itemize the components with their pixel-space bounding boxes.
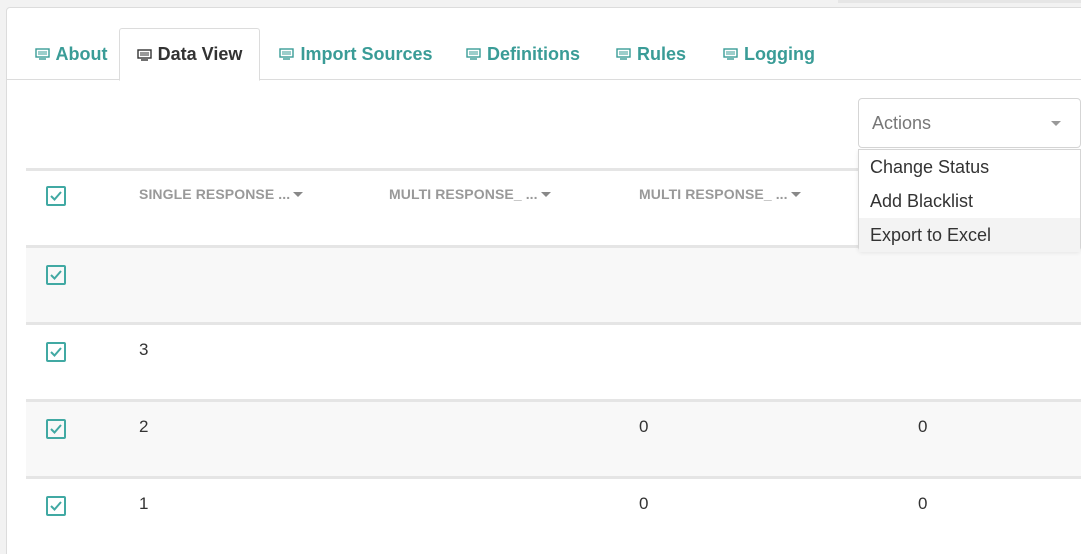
table-row[interactable]: 1 0 0 [26,476,1081,553]
cell-single-response: 1 [139,494,149,513]
column-header-label: MULTI RESPONSE_ ... [639,186,788,202]
cell-single-response: 3 [139,340,149,359]
table-row[interactable]: 2 0 0 [26,399,1081,476]
row-checkbox[interactable] [46,496,66,516]
checkmark-icon [50,270,62,280]
tab-definitions[interactable]: Definitions [463,28,583,80]
chevron-down-icon [1051,121,1061,126]
menu-item-add-blacklist[interactable]: Add Blacklist [859,184,1080,218]
select-all-checkbox[interactable] [46,186,66,206]
menu-item-change-status[interactable]: Change Status [859,150,1080,184]
sort-caret-icon [540,191,551,197]
column-header-label: MULTI RESPONSE_ ... [389,186,538,202]
tab-label: Rules [636,43,687,64]
actions-menu: Change Status Add Blacklist Export to Ex… [858,149,1081,252]
tab-import-sources[interactable]: Import Sources [277,28,435,80]
tab-label: Import Sources [300,43,433,64]
tab-data-view[interactable]: Data View [119,28,260,81]
sort-caret-icon [293,191,304,197]
column-header-multi-response-2[interactable]: MULTI RESPONSE_ ... [639,186,801,202]
menu-item-export-to-excel[interactable]: Export to Excel [859,218,1080,252]
checkmark-icon [50,191,62,201]
column-header-label: SINGLE RESPONSE ... [139,186,291,202]
content-panel: About Data View Import Sources Definitio… [6,7,1081,554]
table-row[interactable]: 3 [26,322,1081,399]
tab-rules[interactable]: Rules [611,28,691,80]
tab-label: About [55,43,108,64]
column-header-multi-response-1[interactable]: MULTI RESPONSE_ ... [389,186,551,202]
actions-select[interactable]: Actions [858,98,1081,148]
row-checkbox[interactable] [46,265,66,285]
cell-value: 0 [918,417,928,436]
monitor-icon [616,48,631,60]
cell-multi-response: 0 [639,494,649,513]
cell-multi-response: 0 [639,417,649,436]
checkmark-icon [50,347,62,357]
monitor-icon [136,48,152,61]
row-checkbox[interactable] [46,342,66,362]
column-header-single-response[interactable]: SINGLE RESPONSE ... [139,186,304,202]
tab-label: Data View [157,44,243,64]
tab-label: Logging [744,43,815,64]
tab-bar: About Data View Import Sources Definitio… [7,28,1081,81]
top-divider [838,0,1081,3]
monitor-icon [723,48,738,60]
tab-logging[interactable]: Logging [719,28,819,80]
row-checkbox[interactable] [46,419,66,439]
tab-about[interactable]: About [22,28,120,80]
monitor-icon [279,48,295,60]
table-row[interactable] [26,245,1081,322]
actions-placeholder: Actions [872,112,932,133]
checkmark-icon [50,501,62,511]
cell-value: 0 [918,494,928,513]
monitor-icon [34,48,50,60]
sort-caret-icon [790,191,801,197]
checkmark-icon [50,424,62,434]
cell-single-response: 2 [139,417,149,436]
monitor-icon [466,48,481,60]
tab-label: Definitions [487,43,580,64]
